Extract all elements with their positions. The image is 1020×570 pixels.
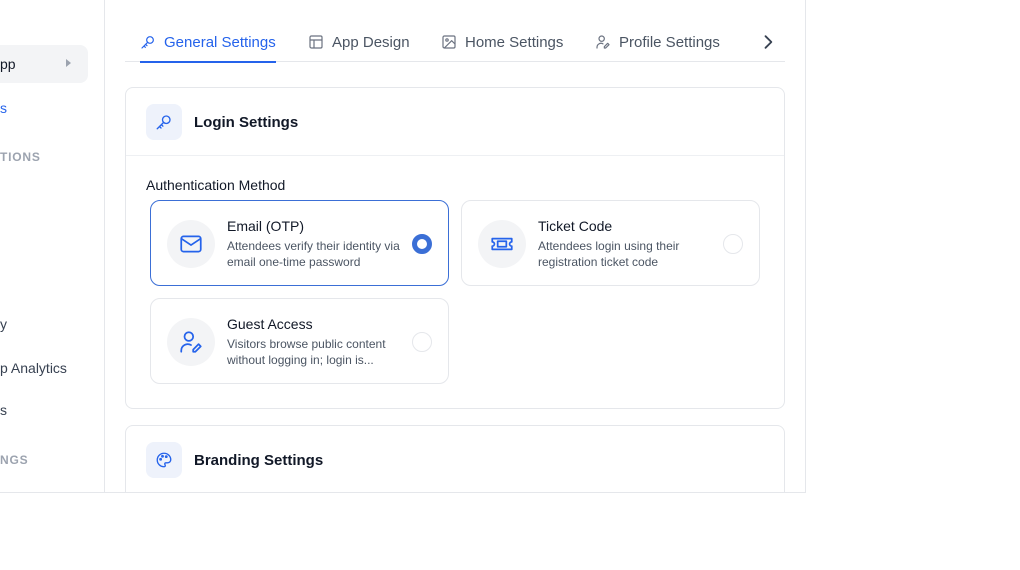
tab-profile-settings[interactable]: Profile Settings	[595, 22, 720, 62]
card-header: Branding Settings	[126, 426, 784, 492]
option-icon	[478, 220, 526, 268]
tab-general-settings[interactable]: General Settings	[140, 22, 276, 63]
palette-icon	[156, 452, 172, 468]
caret-right-icon	[66, 59, 71, 67]
option-ticket-code[interactable]: Ticket Code Attendees login using their …	[461, 200, 760, 286]
sidebar: pp s TIONS y p Analytics s NGS	[0, 0, 105, 492]
mail-icon	[180, 235, 202, 253]
tab-label: Home Settings	[465, 33, 564, 51]
user-edit-icon	[180, 331, 202, 353]
radio-email-otp[interactable]	[412, 234, 432, 254]
tab-label: Profile Settings	[619, 33, 720, 51]
tab-label: App Design	[332, 33, 410, 51]
tab-home-settings[interactable]: Home Settings	[441, 22, 563, 62]
sidebar-item[interactable]: s	[0, 402, 7, 418]
option-email-otp[interactable]: Email (OTP) Attendees verify their ident…	[150, 200, 449, 286]
option-description: Attendees verify their identity via emai…	[227, 239, 400, 269]
sidebar-item[interactable]: y	[0, 316, 7, 332]
sidebar-section-heading: NGS	[0, 453, 29, 467]
option-title: Guest Access	[227, 316, 313, 332]
option-guest-access[interactable]: Guest Access Visitors browse public cont…	[150, 298, 449, 384]
user-edit-icon	[596, 35, 610, 49]
sidebar-item-link[interactable]: s	[0, 100, 7, 116]
sidebar-item-active-label[interactable]: pp	[0, 56, 16, 72]
option-icon	[167, 318, 215, 366]
layout-icon	[309, 35, 323, 49]
card-title: Branding Settings	[194, 452, 324, 469]
option-title: Ticket Code	[538, 218, 613, 234]
radio-guest-access[interactable]	[412, 332, 432, 352]
tab-label: General Settings	[164, 33, 276, 51]
login-settings-card: Login Settings Authentication Method Ema…	[125, 87, 785, 409]
tab-app-design[interactable]: App Design	[308, 22, 410, 62]
key-icon	[156, 115, 171, 130]
key-icon	[141, 36, 154, 49]
option-description: Attendees login using their registration…	[538, 239, 680, 269]
card-icon	[146, 442, 182, 478]
branding-settings-card: Branding Settings	[125, 425, 785, 492]
option-description: Visitors browse public content without l…	[227, 337, 386, 367]
option-icon	[167, 220, 215, 268]
card-title: Login Settings	[194, 114, 299, 131]
radio-ticket-code[interactable]	[723, 234, 743, 254]
authentication-method-label: Authentication Method	[146, 177, 286, 193]
card-icon	[146, 104, 182, 140]
sidebar-item-analytics[interactable]: p Analytics	[0, 360, 67, 376]
chevron-right-icon[interactable]	[758, 32, 778, 52]
app-viewport: pp s TIONS y p Analytics s NGS General S…	[0, 0, 806, 493]
ticket-icon	[491, 237, 513, 251]
main-content: General Settings App Design Home Setting…	[105, 0, 805, 492]
image-icon	[442, 35, 456, 49]
card-header: Login Settings	[126, 88, 784, 156]
sidebar-section-heading: TIONS	[0, 150, 41, 164]
option-title: Email (OTP)	[227, 218, 304, 234]
settings-tabs: General Settings App Design Home Setting…	[125, 22, 785, 63]
